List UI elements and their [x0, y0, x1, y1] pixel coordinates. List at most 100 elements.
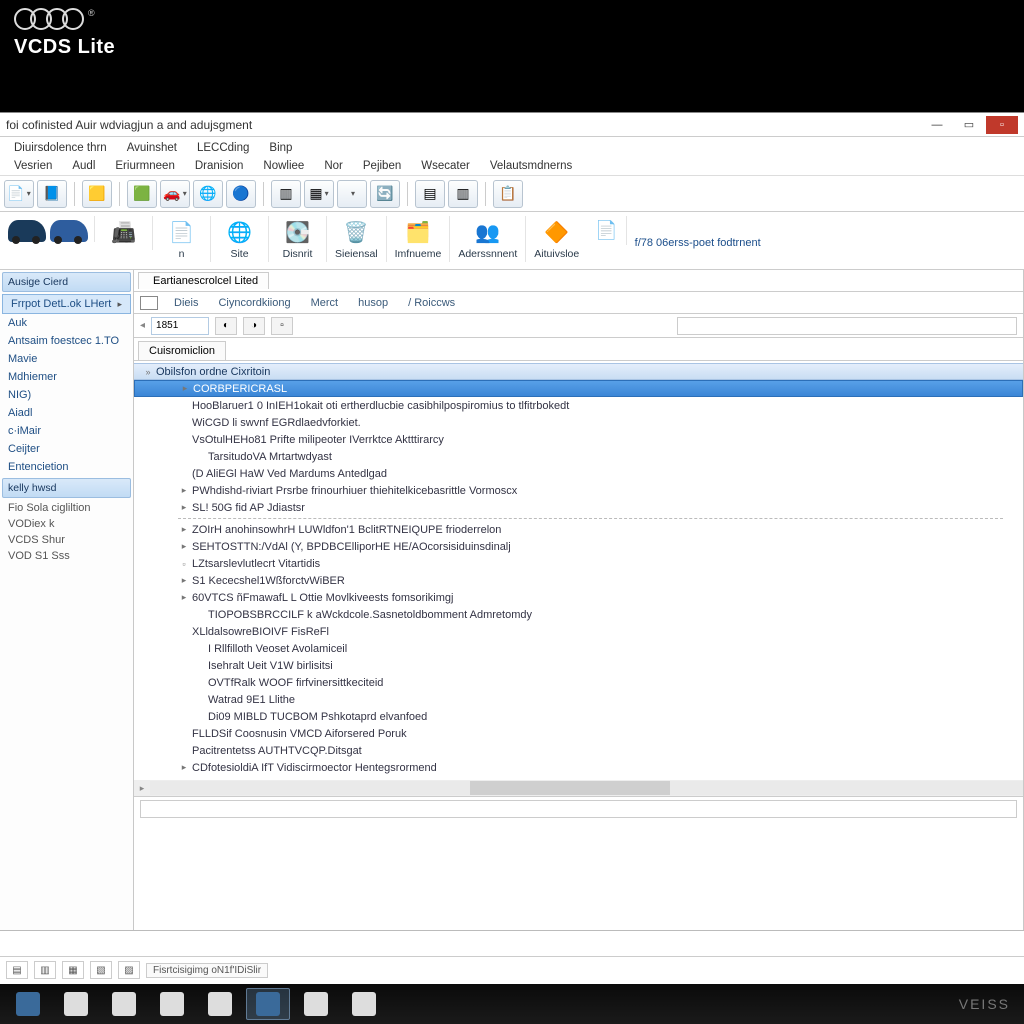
status-icon[interactable]: ▤	[6, 961, 28, 979]
sidebar-item[interactable]: Entencietion	[0, 458, 133, 476]
tree-row[interactable]: ▸CDfotesioldiA IfT Vidiscirmoector Hente…	[134, 759, 1023, 776]
tool-button[interactable]: 🔵	[226, 180, 256, 208]
tree-row[interactable]: TarsitudoVA Mrtartwdyast	[134, 448, 1023, 465]
filter-widget[interactable]: ◑	[243, 317, 265, 335]
tree-row[interactable]: Pacitrentetss AUTHTVCQP.Ditsgat	[134, 742, 1023, 759]
scanner-button[interactable]: 📠	[95, 216, 153, 250]
tree-row[interactable]: OVTfRalk WOOF firfvinersittkeciteid	[134, 674, 1023, 691]
subtab[interactable]: Merct	[303, 295, 347, 311]
taskbar-item[interactable]	[6, 988, 50, 1020]
expand-icon[interactable]: ▸	[178, 762, 190, 773]
minimize-button[interactable]: —	[922, 116, 952, 134]
tool-button[interactable]: ▦	[304, 180, 334, 208]
sidebar-item[interactable]: Auk	[0, 314, 133, 332]
menu-item[interactable]: Eriurmneen	[105, 157, 184, 175]
taskbar-item[interactable]	[102, 988, 146, 1020]
tree-row[interactable]: I Rllfilloth Veoset Avolamiceil	[134, 640, 1023, 657]
expand-icon[interactable]: ▸	[178, 524, 190, 535]
sidebar-item[interactable]: Ceijter	[0, 440, 133, 458]
status-icon[interactable]: ▧	[90, 961, 112, 979]
subtab[interactable]: / Roiccws	[400, 295, 463, 311]
section-tab[interactable]: Cuisromiclion	[138, 341, 226, 360]
taskbar-item[interactable]	[294, 988, 338, 1020]
tree-row[interactable]: HooBlaruer1 0 InIEH1okait oti ertherdluc…	[134, 397, 1023, 414]
status-chip[interactable]: Fisrtcisigimg oN1f'IDiSlir	[146, 963, 268, 978]
filter-widget[interactable]: ▫	[271, 317, 293, 335]
tree-row[interactable]: FLLDSif Coosnusin VMCD Aiforsered Poruk	[134, 725, 1023, 742]
search-box[interactable]	[677, 317, 1017, 335]
sidebar-item[interactable]: Antsaim foestcec 1.TO	[0, 332, 133, 350]
maximize-button[interactable]: ▭	[954, 116, 984, 134]
menu-item[interactable]: Dranision	[185, 157, 254, 175]
sidebar-item[interactable]: c·iMair	[0, 422, 133, 440]
tool-button[interactable]: 🟩	[127, 180, 157, 208]
expand-icon[interactable]: ▸	[178, 485, 190, 496]
expand-icon[interactable]: ▸	[178, 502, 190, 513]
status-icon[interactable]: ▨	[118, 961, 140, 979]
toolbar-big-button[interactable]: 🌐Site	[211, 216, 269, 262]
sidebar-item-selected[interactable]: Frrpot DetL.ok LHert ▸	[2, 294, 131, 314]
sidebar-item[interactable]: VOD S1 Sss	[0, 548, 133, 564]
tool-button[interactable]: 📘	[37, 180, 67, 208]
sidebar-item[interactable]: Mdhiemer	[0, 368, 133, 386]
tool-button[interactable]: 🌐	[193, 180, 223, 208]
tree-row-selected[interactable]: ▸ CORBPERICRASL	[134, 380, 1023, 397]
taskbar-item[interactable]	[54, 988, 98, 1020]
tree-row[interactable]: ▸SL! 50G fid AP Jdiastsr	[134, 499, 1023, 516]
menu-item[interactable]: Vesrien	[4, 157, 62, 175]
expand-icon[interactable]: ▸	[178, 592, 190, 603]
command-input[interactable]	[140, 800, 1017, 818]
status-icon[interactable]: ▦	[62, 961, 84, 979]
scroll-left-icon[interactable]: ▸	[134, 783, 150, 794]
tool-button[interactable]: 🟨	[82, 180, 112, 208]
taskbar-item[interactable]	[198, 988, 242, 1020]
close-button[interactable]: ▫	[986, 116, 1018, 134]
filter-input[interactable]	[151, 317, 209, 335]
sidebar-item[interactable]: Aiadl	[0, 404, 133, 422]
tree-row[interactable]: VsOtulHEHo81 Prifte milipeoter IVerrktce…	[134, 431, 1023, 448]
tool-button[interactable]: 🚗	[160, 180, 190, 208]
menu-item[interactable]: LECCding	[187, 139, 259, 157]
expand-icon[interactable]: ▫	[178, 559, 190, 569]
toolbar-big-button[interactable]: 📄n	[153, 216, 211, 262]
toolbar-big-button[interactable]: 🗑️Sieiensal	[327, 216, 387, 262]
scrollbar-thumb[interactable]	[470, 781, 670, 795]
document-icon[interactable]: 📄	[595, 220, 617, 241]
filter-widget[interactable]: ◐	[215, 317, 237, 335]
tree-row[interactable]: Isehralt Ueit V1W birlisitsi	[134, 657, 1023, 674]
taskbar-item[interactable]	[150, 988, 194, 1020]
tool-button[interactable]: ▥	[271, 180, 301, 208]
tree-row[interactable]: ▫LZtsarslevlutlecrt Vitartidis	[134, 555, 1023, 572]
arrow-left-icon[interactable]: ◂	[140, 320, 145, 331]
tool-button[interactable]: ▥	[448, 180, 478, 208]
tool-button[interactable]: ▤	[415, 180, 445, 208]
taskbar-item-active[interactable]	[246, 988, 290, 1020]
status-icon[interactable]: ▥	[34, 961, 56, 979]
toolbar-big-button[interactable]: 👥Aderssnnent	[450, 216, 526, 262]
menu-item[interactable]: Nor	[314, 157, 353, 175]
tree-row[interactable]: WiCGD li swvnf EGRdlaedvforkiet.	[134, 414, 1023, 431]
subtab[interactable]: husop	[350, 295, 396, 311]
tree-row[interactable]: ▸ZOIrH anohinsowhrH LUWldfon'1 BclitRTNE…	[134, 521, 1023, 538]
tree-row[interactable]: XLldalsowreBIOIVF FisReFl	[134, 623, 1023, 640]
menu-item[interactable]: Binp	[259, 139, 302, 157]
car-icon[interactable]	[8, 220, 46, 242]
menu-item[interactable]: Wsecater	[411, 157, 480, 175]
sidebar-item[interactable]: Mavie	[0, 350, 133, 368]
tree-row[interactable]: (D AliEGl HaW Ved Mardums Antedlgad	[134, 465, 1023, 482]
toolbar-big-button[interactable]: 🗂️Imfnueme	[387, 216, 451, 262]
tree-row[interactable]: ▸PWhdishd-riviart Prsrbe frinourhiuer th…	[134, 482, 1023, 499]
tool-button[interactable]: 📄	[4, 180, 34, 208]
tree-row[interactable]: Di09 MIBLD TUCBOM Pshkotaprd elvanfoed	[134, 708, 1023, 725]
subtab[interactable]: Dieis	[166, 295, 206, 311]
expand-icon[interactable]: ▸	[178, 541, 190, 552]
tool-button[interactable]: 📋	[493, 180, 523, 208]
tree-group-header[interactable]: » Obilsfon ordne Cixritoin	[134, 363, 1023, 380]
tree-row[interactable]: ▸SEHTOSTTN:/VdAl (Y, BPDBCElliporHE HE/A…	[134, 538, 1023, 555]
toolbar-big-button[interactable]: 💽Disnrit	[269, 216, 327, 262]
menu-item[interactable]: Avuinshet	[117, 139, 187, 157]
horizontal-scrollbar[interactable]: ▸	[134, 780, 1023, 796]
sidebar-item[interactable]: VCDS Shur	[0, 532, 133, 548]
taskbar-item[interactable]	[342, 988, 386, 1020]
menu-item[interactable]: Diuirsdolence thrn	[4, 139, 117, 157]
